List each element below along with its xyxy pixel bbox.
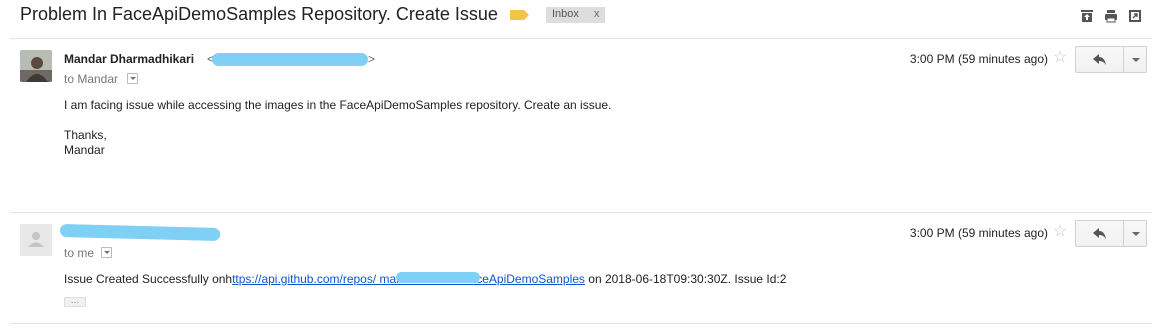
reply-button-group xyxy=(1075,220,1147,247)
archive-icon[interactable] xyxy=(1080,9,1094,23)
body-text: Issue Created Successfully onh xyxy=(64,272,233,286)
divider xyxy=(10,212,1152,213)
sender-name[interactable]: Mandar Dharmadhikari xyxy=(64,52,194,66)
reply-button[interactable] xyxy=(1076,47,1124,72)
divider xyxy=(10,38,1152,39)
message-time: 3:00 PM (59 minutes ago) xyxy=(909,226,1048,240)
message-body-line: Thanks, xyxy=(64,128,107,142)
message-time: 3:00 PM (59 minutes ago) xyxy=(909,52,1048,66)
reply-button-group xyxy=(1075,46,1147,73)
default-avatar-icon[interactable] xyxy=(20,224,52,256)
recipient-line: to me xyxy=(64,246,95,260)
show-details-button[interactable] xyxy=(101,247,112,258)
show-details-button[interactable] xyxy=(127,73,138,84)
more-actions-button[interactable] xyxy=(1124,47,1146,72)
more-actions-button[interactable] xyxy=(1124,221,1146,246)
star-icon[interactable]: ☆ xyxy=(1053,50,1067,66)
message-body-line: I am facing issue while accessing the im… xyxy=(64,98,612,112)
label-icon[interactable] xyxy=(510,10,529,20)
thread-header: Problem In FaceApiDemoSamples Repository… xyxy=(0,0,1162,32)
new-window-icon[interactable] xyxy=(1128,9,1142,23)
reply-button[interactable] xyxy=(1076,221,1124,246)
reply-icon xyxy=(1093,54,1106,65)
body-text: on 2018-06-18T09:30:30Z. Issue Id:2 xyxy=(584,272,787,286)
inbox-label-text: Inbox xyxy=(552,8,579,20)
star-icon[interactable]: ☆ xyxy=(1053,224,1067,240)
inbox-label-chip[interactable]: Inbox x xyxy=(546,7,605,23)
reply-icon xyxy=(1093,228,1106,239)
divider xyxy=(10,323,1152,324)
sender-avatar[interactable] xyxy=(20,50,52,82)
message-body-line: Mandar xyxy=(64,143,105,157)
print-icon[interactable] xyxy=(1104,9,1118,23)
redaction-mark xyxy=(212,53,368,66)
email-subject: Problem In FaceApiDemoSamples Repository… xyxy=(20,4,498,24)
show-trimmed-content-button[interactable]: … xyxy=(64,296,86,307)
sender-address-close: > xyxy=(368,52,376,66)
redaction-mark xyxy=(396,272,480,283)
recipient-line: to Mandar xyxy=(64,72,119,86)
remove-label-button[interactable]: x xyxy=(594,8,600,20)
